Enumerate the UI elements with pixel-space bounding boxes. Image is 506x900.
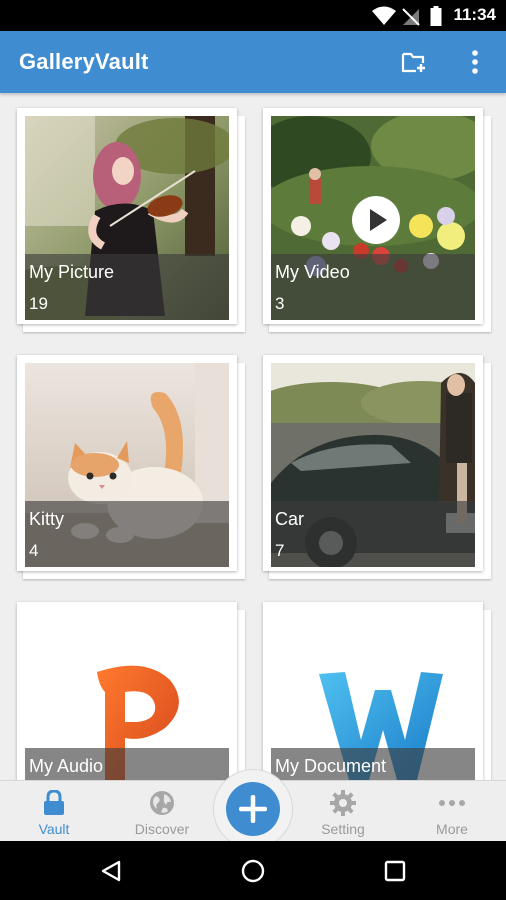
home-button[interactable] (239, 857, 267, 885)
nav-label: Setting (321, 821, 365, 837)
folder-caption: My Document (271, 748, 475, 780)
nav-item-more[interactable]: More (407, 781, 497, 842)
new-folder-icon (401, 52, 425, 73)
folder-thumbnail: My Audio (25, 610, 229, 780)
play-icon[interactable] (351, 195, 401, 245)
nav-label: Vault (38, 821, 70, 837)
folder-name: My Video (275, 262, 350, 282)
folder-caption: Car 7 (271, 501, 475, 567)
gear-icon (298, 789, 388, 817)
add-button[interactable] (226, 782, 280, 836)
system-navigation-bar (0, 841, 506, 900)
more-dots-icon (407, 789, 497, 817)
folder-caption: Kitty 4 (25, 501, 229, 567)
nav-label: More (436, 821, 468, 837)
nav-item-setting[interactable]: Setting (298, 781, 388, 842)
app-title: GalleryVault (19, 49, 149, 74)
recents-icon (384, 860, 406, 882)
folder-name: My Document (275, 756, 387, 776)
no-signal-icon (402, 8, 420, 26)
folder-count: 7 (275, 541, 285, 560)
folder-thumbnail: My Picture 19 (25, 116, 229, 320)
folder-thumbnail: Kitty 4 (25, 363, 229, 567)
recents-button[interactable] (381, 857, 409, 885)
card-frame: My Video 3 (263, 108, 483, 324)
folder-count: 4 (29, 541, 39, 560)
folder-name: Car (275, 509, 305, 529)
overflow-menu-icon (472, 50, 478, 74)
folder-caption: My Audio (25, 748, 229, 780)
folder-card-my-document[interactable]: My Document (263, 602, 491, 780)
back-button[interactable] (97, 857, 125, 885)
globe-icon (117, 789, 207, 817)
card-frame: Kitty 4 (17, 355, 237, 571)
clock: 11:34 (453, 5, 496, 24)
folder-name: My Audio (29, 756, 104, 776)
card-frame: My Audio (17, 602, 237, 780)
folder-count: 3 (275, 294, 285, 313)
folder-caption: My Video 3 (271, 254, 475, 320)
folder-card-car[interactable]: Car 7 (263, 355, 491, 579)
battery-icon (430, 6, 442, 26)
back-icon (101, 860, 121, 882)
wifi-icon (372, 6, 396, 25)
overflow-menu-button[interactable] (458, 45, 492, 79)
folder-thumbnail: My Document (271, 610, 475, 780)
nav-item-vault[interactable]: Vault (9, 781, 99, 842)
nav-item-discover[interactable]: Discover (117, 781, 207, 842)
status-bar: 11:34 (0, 0, 506, 31)
folder-name: Kitty (29, 509, 65, 529)
card-frame: Car 7 (263, 355, 483, 571)
card-frame: My Document (263, 602, 483, 780)
screen: 11:34 GalleryVault My Picture 19 My Vide… (0, 0, 506, 900)
folder-count: 19 (29, 294, 48, 313)
folder-thumbnail: My Video 3 (271, 116, 475, 320)
folder-card-my-picture[interactable]: My Picture 19 (17, 108, 245, 332)
folder-grid: My Picture 19 My Video 3 Kitty 4 Car 7 M… (0, 93, 506, 780)
nav-label: Discover (134, 821, 190, 837)
plus-icon (239, 795, 267, 823)
folder-name: My Picture (29, 262, 115, 282)
folder-caption: My Picture 19 (25, 254, 229, 320)
lock-icon (9, 789, 99, 817)
folder-card-kitty[interactable]: Kitty 4 (17, 355, 245, 579)
home-icon (241, 859, 265, 883)
card-frame: My Picture 19 (17, 108, 237, 324)
new-folder-button[interactable] (397, 45, 431, 79)
app-bar: GalleryVault (0, 31, 506, 93)
folder-card-my-video[interactable]: My Video 3 (263, 108, 491, 332)
folder-thumbnail: Car 7 (271, 363, 475, 567)
folder-card-my-audio[interactable]: My Audio (17, 602, 245, 780)
